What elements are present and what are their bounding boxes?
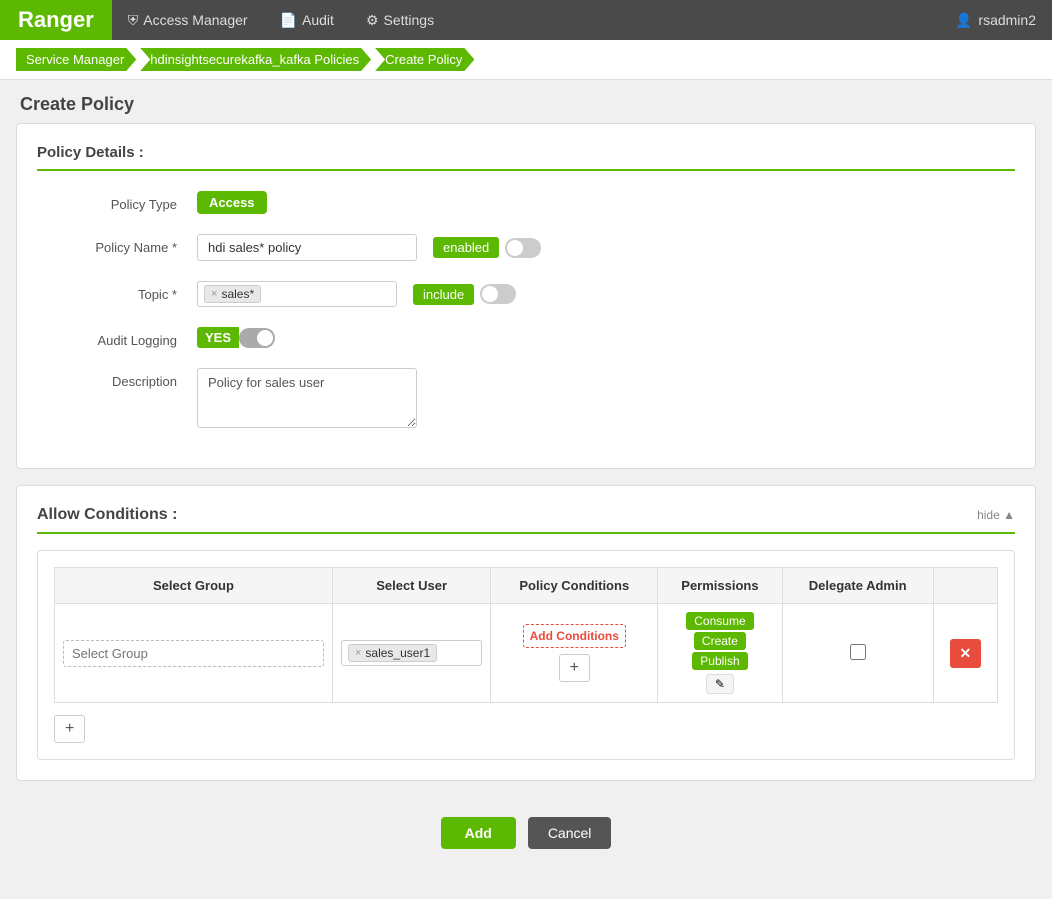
- policy-details-title: Policy Details :: [37, 144, 1015, 171]
- col-permissions: Permissions: [658, 568, 782, 604]
- perm-consume: Consume: [686, 612, 753, 630]
- select-user-cell: × sales_user1: [332, 604, 490, 703]
- col-policy-conditions: Policy Conditions: [491, 568, 658, 604]
- topic-tag-input[interactable]: × sales*: [197, 281, 397, 307]
- policy-name-label: Policy Name *: [37, 234, 177, 255]
- policy-type-row: Policy Type Access: [37, 191, 1015, 214]
- allow-conditions-card: Allow Conditions : hide ▲ Select Group S…: [16, 485, 1036, 781]
- add-row-button[interactable]: +: [54, 715, 85, 743]
- user-tag: × sales_user1: [348, 644, 437, 662]
- audit-slider: [239, 328, 275, 348]
- policy-conditions-cell: Add Conditions +: [491, 604, 658, 703]
- policy-type-label: Policy Type: [37, 191, 177, 212]
- col-select-group: Select Group: [55, 568, 333, 604]
- description-control: Policy for sales user: [197, 368, 1015, 428]
- breadcrumb: Service Manager hdinsightsecurekafka_kaf…: [0, 40, 1052, 80]
- add-row-wrap: +: [54, 715, 998, 743]
- user-tag-remove[interactable]: ×: [355, 647, 361, 659]
- audit-toggle[interactable]: [239, 328, 275, 348]
- policy-name-control: enabled: [197, 234, 1015, 261]
- col-delegate-admin: Delegate Admin: [782, 568, 933, 604]
- main-content: Policy Details : Policy Type Access Poli…: [0, 123, 1052, 889]
- audit-logging-control: YES: [197, 327, 1015, 348]
- audit-yes-toggle: YES: [197, 327, 275, 348]
- delete-row-button[interactable]: ✕: [950, 639, 982, 668]
- conditions-table: Select Group Select User Policy Conditio…: [54, 567, 998, 703]
- col-select-user: Select User: [332, 568, 490, 604]
- allow-conditions-header: Allow Conditions : hide ▲: [37, 506, 1015, 534]
- nav-audit[interactable]: 📄 Audit: [264, 0, 350, 40]
- policy-type-badge: Access: [197, 191, 267, 214]
- top-nav: Ranger ⛨ Access Manager 📄 Audit ⚙ Settin…: [0, 0, 1052, 40]
- enabled-label: enabled: [433, 237, 499, 258]
- include-toggle-wrap: include: [413, 284, 516, 305]
- topic-control: × sales* include: [197, 281, 1015, 307]
- permissions-list: Consume Create Publish: [666, 612, 773, 672]
- delete-cell: ✕: [933, 604, 997, 703]
- col-actions: [933, 568, 997, 604]
- user-tag-wrap[interactable]: × sales_user1: [341, 640, 482, 666]
- user-icon: 👤: [955, 12, 972, 29]
- topic-tag-remove[interactable]: ×: [211, 288, 217, 300]
- audit-logging-label: Audit Logging: [37, 327, 177, 348]
- add-conditions-plus-btn[interactable]: +: [559, 654, 590, 682]
- permissions-edit-btn[interactable]: ✎: [706, 674, 734, 694]
- topic-row: Topic * × sales* include: [37, 281, 1015, 307]
- audit-yes-label: YES: [197, 327, 239, 348]
- add-button[interactable]: Add: [441, 817, 516, 849]
- description-textarea[interactable]: Policy for sales user: [197, 368, 417, 428]
- cancel-button[interactable]: Cancel: [528, 817, 612, 849]
- include-label: include: [413, 284, 474, 305]
- footer-buttons: Add Cancel: [16, 797, 1036, 869]
- topic-tag: × sales*: [204, 285, 261, 303]
- policy-name-input[interactable]: [197, 234, 417, 261]
- page-title: Create Policy: [0, 80, 1052, 123]
- enabled-slider: [505, 238, 541, 258]
- nav-items: ⛨ Access Manager 📄 Audit ⚙ Settings: [112, 0, 939, 40]
- policy-type-control: Access: [197, 191, 1015, 214]
- perm-create: Create: [694, 632, 746, 650]
- breadcrumb-policies[interactable]: hdinsightsecurekafka_kafka Policies: [140, 48, 371, 71]
- nav-access-manager[interactable]: ⛨ Access Manager: [112, 0, 264, 40]
- enabled-toggle-wrap: enabled: [433, 237, 541, 258]
- table-row: × sales_user1 Add Conditions +: [55, 604, 998, 703]
- breadcrumb-create-policy[interactable]: Create Policy: [375, 48, 474, 71]
- include-slider: [480, 284, 516, 304]
- select-group-input[interactable]: [63, 640, 324, 667]
- table-header-row: Select Group Select User Policy Conditio…: [55, 568, 998, 604]
- select-group-cell: [55, 604, 333, 703]
- description-label: Description: [37, 368, 177, 389]
- conditions-container: Select Group Select User Policy Conditio…: [37, 550, 1015, 760]
- hide-link[interactable]: hide ▲: [977, 508, 1015, 522]
- include-toggle[interactable]: [480, 284, 516, 304]
- perm-publish: Publish: [692, 652, 747, 670]
- audit-logging-row: Audit Logging YES: [37, 327, 1015, 348]
- policy-name-row: Policy Name * enabled: [37, 234, 1015, 261]
- shield-icon: ⛨: [128, 12, 139, 29]
- nav-settings[interactable]: ⚙ Settings: [350, 0, 450, 40]
- allow-conditions-title: Allow Conditions :: [37, 506, 177, 524]
- description-row: Description Policy for sales user: [37, 368, 1015, 428]
- file-icon: 📄: [280, 12, 297, 29]
- user-section: 👤 rsadmin2: [939, 12, 1052, 29]
- breadcrumb-service-manager[interactable]: Service Manager: [16, 48, 136, 71]
- delegate-admin-cell: [782, 604, 933, 703]
- enabled-toggle[interactable]: [505, 238, 541, 258]
- brand-logo[interactable]: Ranger: [0, 0, 112, 40]
- delegate-admin-checkbox[interactable]: [850, 644, 866, 660]
- add-conditions-link[interactable]: Add Conditions: [523, 624, 626, 648]
- gear-icon: ⚙: [366, 12, 379, 29]
- permissions-cell: Consume Create Publish ✎: [658, 604, 782, 703]
- policy-details-card: Policy Details : Policy Type Access Poli…: [16, 123, 1036, 469]
- topic-label: Topic *: [37, 281, 177, 302]
